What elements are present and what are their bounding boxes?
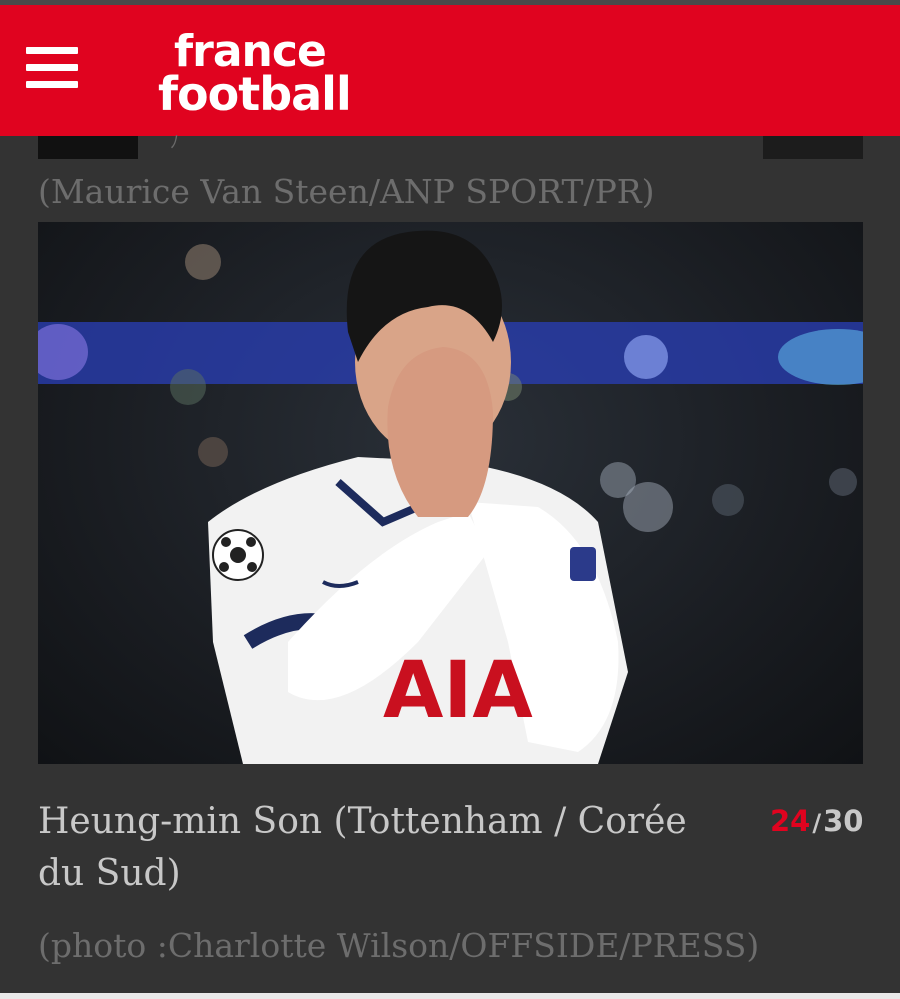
previous-slide-fragment-right <box>763 136 863 159</box>
hamburger-menu-icon[interactable] <box>26 47 78 91</box>
slide-counter-current: 24 <box>770 804 811 838</box>
previous-photo-credit: (Maurice Van Steen/ANP SPORT/PR) <box>38 172 655 211</box>
brand-logo-line2: football <box>158 67 352 121</box>
slide-caption: Heung-min Son (Tottenham / Corée du Sud) <box>38 801 687 894</box>
photo-credit: (photo :Charlotte Wilson/OFFSIDE/PRESS) <box>38 926 760 965</box>
previous-slide-mark: ﾉ <box>170 132 179 153</box>
bottom-strip <box>0 993 900 999</box>
site-header: france football <box>0 5 900 136</box>
slide-counter-separator: / <box>812 809 822 837</box>
slide-counter: 24/30 <box>770 804 865 838</box>
previous-slide-fragment-left <box>38 136 138 159</box>
brand-logo[interactable]: france football <box>158 30 358 121</box>
slide-counter-total: 30 <box>823 804 864 838</box>
slide-photo[interactable]: AIA <box>38 222 863 764</box>
jersey-sponsor-text: AIA <box>383 646 533 736</box>
